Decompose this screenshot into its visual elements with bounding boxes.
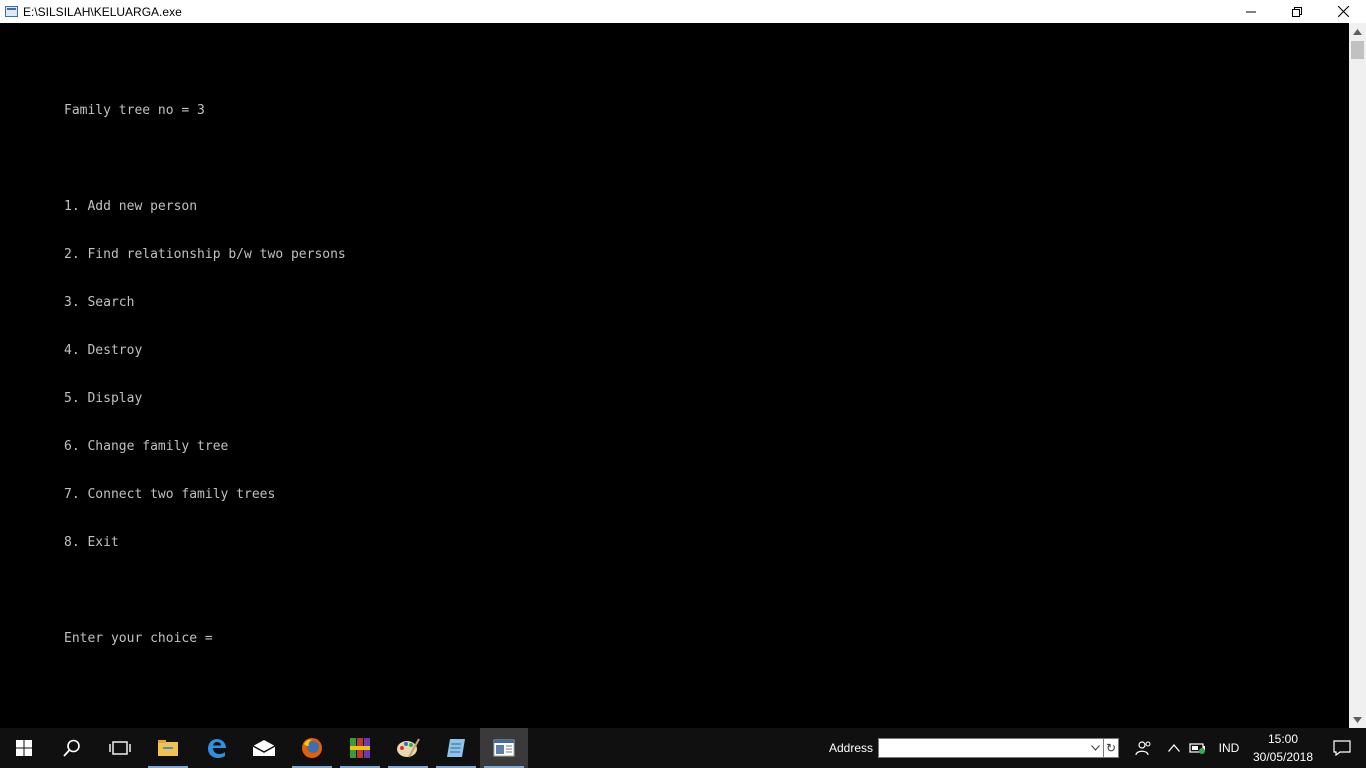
menu-item-find-relationship: 2. Find relationship b/w two persons (64, 247, 346, 262)
taskbar-firefox[interactable] (288, 728, 336, 768)
chevron-down-icon[interactable] (1091, 745, 1100, 751)
console-output: Family tree no = 3 1. Add new person 2. … (64, 71, 346, 679)
paint-palette-icon (397, 738, 420, 758)
menu-item-change-tree: 6. Change family tree (64, 439, 229, 454)
edge-icon (208, 739, 226, 758)
menu-item-display: 5. Display (64, 391, 143, 406)
taskbar-file-explorer[interactable] (144, 728, 192, 768)
scroll-down-arrow-icon (1353, 716, 1362, 723)
people-icon (1135, 741, 1151, 756)
folder-icon (158, 740, 178, 756)
taskbar-winrar[interactable] (336, 728, 384, 768)
search-icon (63, 739, 80, 757)
show-hidden-icons-button[interactable] (1162, 728, 1186, 768)
chevron-up-icon (1168, 744, 1180, 752)
window-title: E:\SILSILAH\KELUARGA.exe (23, 4, 182, 19)
menu-item-destroy: 4. Destroy (64, 343, 143, 358)
task-view-icon (109, 741, 131, 755)
restore-button[interactable] (1274, 0, 1320, 23)
winrar-icon (350, 738, 370, 758)
vertical-scrollbar[interactable] (1349, 23, 1366, 728)
taskbar-edge[interactable] (192, 728, 240, 768)
taskbar-mail[interactable] (240, 728, 288, 768)
menu-item-connect-trees: 7. Connect two family trees (64, 487, 276, 502)
scroll-up-button[interactable] (1349, 23, 1366, 40)
close-icon (1337, 6, 1349, 17)
firefox-icon (302, 738, 322, 758)
menu-item-search: 3. Search (64, 295, 135, 310)
people-button[interactable] (1126, 728, 1162, 768)
battery-tray-button[interactable] (1186, 728, 1210, 768)
taskbar-paint[interactable] (384, 728, 432, 768)
menu-item-exit: 8. Exit (64, 535, 119, 550)
taskbar-notepad[interactable] (432, 728, 480, 768)
clock-date: 30/05/2018 (1252, 750, 1314, 764)
refresh-icon: ↻ (1106, 741, 1117, 755)
mail-icon (252, 740, 276, 756)
language-indicator[interactable]: IND (1210, 728, 1248, 768)
notepad-icon (447, 739, 465, 757)
console-area[interactable]: Family tree no = 3 1. Add new person 2. … (0, 23, 1349, 728)
system-tray: IND 15:00 30/05/2018 (1126, 728, 1366, 768)
scroll-up-arrow-icon (1353, 28, 1362, 35)
console-app-icon[interactable] (5, 6, 18, 17)
action-center-button[interactable] (1318, 728, 1366, 768)
close-button[interactable] (1320, 0, 1366, 23)
clock[interactable]: 15:00 30/05/2018 (1248, 728, 1318, 768)
task-view-button[interactable] (96, 728, 144, 768)
minimize-button[interactable] (1228, 0, 1274, 23)
search-button[interactable] (48, 728, 96, 768)
restore-icon (1292, 6, 1302, 17)
console-window-icon (493, 739, 515, 757)
scroll-thumb[interactable] (1351, 41, 1364, 59)
address-label: Address (829, 741, 874, 755)
start-button[interactable] (0, 728, 48, 768)
address-toolbar: Address ↻ (829, 728, 1120, 768)
clock-time: 15:00 (1267, 732, 1299, 746)
taskbar: Address ↻ IND 15:00 30/05/2018 (0, 728, 1366, 768)
windows-logo-icon (16, 740, 32, 756)
battery-charging-icon (1189, 743, 1205, 754)
menu-item-add-person: 1. Add new person (64, 199, 198, 214)
notification-icon (1333, 740, 1351, 756)
family-tree-header: Family tree no = 3 (64, 103, 205, 118)
address-input[interactable] (879, 739, 1092, 757)
choice-prompt[interactable]: Enter your choice = (64, 631, 346, 647)
window-controls (1228, 0, 1366, 23)
minimize-icon (1246, 11, 1256, 12)
scroll-down-button[interactable] (1349, 711, 1366, 728)
address-field[interactable] (878, 738, 1105, 758)
taskbar-console[interactable] (480, 728, 528, 768)
address-go-button[interactable]: ↻ (1104, 738, 1120, 758)
title-bar[interactable]: E:\SILSILAH\KELUARGA.exe (0, 0, 1366, 23)
